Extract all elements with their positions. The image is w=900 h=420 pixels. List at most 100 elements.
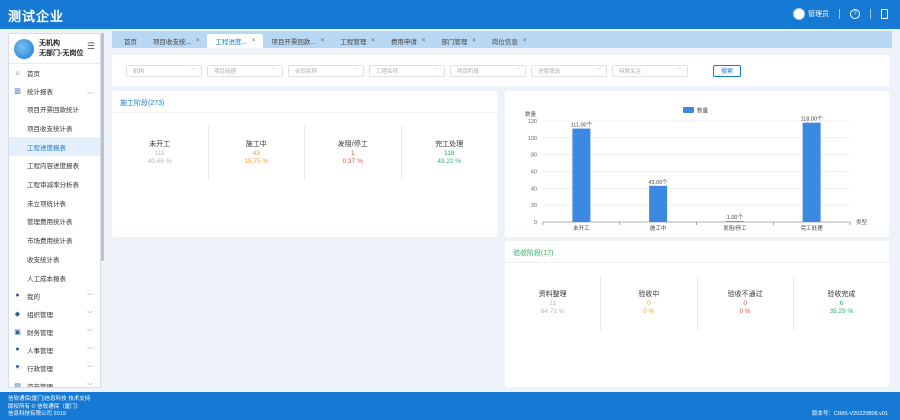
tab-item[interactable]: 费用申请 ×: [383, 34, 434, 48]
sidebar-subitem[interactable]: 工程审减率分析表: [9, 175, 100, 194]
sidebar-group-item[interactable]: ▤ 资产管理 ﹀: [9, 377, 100, 387]
bar: [572, 128, 591, 222]
tab-label: 工程进度...: [215, 39, 247, 46]
close-icon[interactable]: ×: [422, 38, 426, 44]
filter-select[interactable]: 合同名称 ﹀: [288, 64, 364, 77]
tab-item[interactable]: 部门管理 ×: [433, 34, 484, 48]
sidebar-subitem[interactable]: 工程内容进度报表: [9, 156, 100, 175]
filter-placeholder: 项目经理: [214, 68, 237, 75]
tab-item[interactable]: 岗位信息 ×: [484, 34, 535, 48]
sidebar-subitem[interactable]: 人工成本报表: [9, 268, 100, 287]
chevron-down-icon: ﹀: [86, 294, 93, 301]
chevron-down-icon: ﹀: [190, 68, 196, 74]
filter-select[interactable]: 工程名称 ﹀: [369, 64, 445, 77]
tab-item[interactable]: 工程管理 ×: [332, 34, 383, 48]
home-icon: ⌂: [15, 69, 20, 77]
footer-company: 信息科技有限公司 2019: [8, 411, 66, 417]
sidebar-subitem[interactable]: 项目开票回款统计: [9, 100, 100, 119]
filter-select[interactable]: 机构 ﹀: [126, 64, 202, 77]
stat-item: 验收中 0 0 %: [601, 276, 698, 330]
footer-copyright: 版权所有 © 信软通保（厦门）: [8, 403, 82, 410]
tab-item[interactable]: 项目收支统... ×: [145, 34, 207, 48]
sidebar-item-home[interactable]: ⌂ 首页: [9, 64, 100, 82]
sidebar-item-label: 组织管理: [27, 311, 53, 319]
stat-item: 资料整理 11 64.71 %: [505, 276, 602, 330]
acceptance-title: 验收阶段(17): [505, 241, 889, 263]
chevron-down-icon: ﹀: [86, 348, 93, 355]
tab-label: 项目开票回款...: [271, 39, 316, 46]
stat-count: 0: [647, 299, 651, 307]
data-label: 111.00个: [571, 122, 593, 129]
sidebar-subitem[interactable]: 管理费用统计表: [9, 212, 100, 231]
sidebar-group-item[interactable]: ▣ 财务管理 ﹀: [9, 323, 100, 341]
sidebar-item-stats[interactable]: ▥ 统计报表 ︿: [9, 82, 100, 100]
filter-select[interactable]: 进度筛选 ﹀: [531, 64, 607, 77]
chevron-down-icon: ﹀: [86, 330, 93, 337]
stat-count: 1: [350, 149, 355, 157]
mobile-icon[interactable]: [881, 9, 888, 19]
stat-percent: 40.66 %: [147, 157, 172, 165]
close-icon[interactable]: ×: [523, 38, 527, 44]
chevron-down-icon: ﹀: [595, 68, 601, 74]
chart-card: 0 20 40 60 80 100 120 数量 类型 111.00个 未开工 43.00个 施工中 1.…: [505, 91, 889, 237]
footer-support: 信软通保(厦门)信息科技 技术支持: [8, 396, 91, 402]
filter-placeholder: 工程名称: [376, 68, 399, 75]
chevron-down-icon: ﹀: [352, 68, 358, 74]
bar: [725, 221, 744, 222]
stat-percent: 0 %: [739, 307, 751, 315]
sidebar-subitem[interactable]: 工程进度报表: [9, 137, 100, 157]
x-tick-label: 未开工: [573, 224, 590, 232]
filter-placeholder: 机构: [133, 68, 145, 75]
search-button[interactable]: 搜索: [713, 64, 741, 77]
sidebar-item-label: 首页: [27, 71, 40, 78]
sidebar-item-label: 行政管理: [27, 365, 53, 373]
filter-select[interactable]: 项目阶段 ﹀: [450, 64, 526, 77]
stat-item: 验收不通过 0 0 %: [698, 276, 794, 330]
header-divider: [839, 9, 840, 19]
sidebar-group-item[interactable]: ● 我的 ﹀: [9, 287, 100, 305]
user-name: 管理员: [808, 11, 829, 18]
sidebar-group-item[interactable]: ● 人事管理 ﹀: [9, 341, 100, 359]
user-menu[interactable]: 管理员: [793, 8, 829, 20]
y-tick-label: 80: [531, 153, 537, 159]
close-icon[interactable]: ×: [321, 38, 325, 44]
sidebar-group-item[interactable]: ♥ 行政管理 ﹀: [9, 359, 100, 377]
stat-percent: 43.22 %: [437, 157, 462, 165]
close-icon[interactable]: ×: [371, 38, 375, 44]
top-header-bar: 测试企业 管理员 ?: [0, 0, 900, 29]
header-tools: 管理员 ?: [793, 8, 888, 20]
sidebar: 无机构 无部门-无岗位 ☰ ⌂ 首页 ▥ 统计报表 ︿ 项目开票回款统计 项目收支…: [8, 33, 101, 388]
org-name: 无机构: [39, 39, 60, 47]
sidebar-subitem[interactable]: 市场费用统计表: [9, 231, 100, 250]
help-icon[interactable]: ?: [850, 9, 860, 19]
sidebar-subitem[interactable]: 收支统计表: [9, 250, 100, 269]
x-tick-label: 发阻/停工: [723, 224, 747, 232]
tab-item[interactable]: 项目开票回款... ×: [263, 34, 332, 48]
sidebar-group-item[interactable]: ◆ 组织管理 ﹀: [9, 305, 100, 323]
chevron-down-icon: ﹀: [86, 366, 93, 373]
sidebar-item-label: 我的: [27, 293, 40, 301]
filter-select[interactable]: 项目经理 ﹀: [207, 64, 283, 77]
sidebar-subitem[interactable]: 未立项统计表: [9, 193, 100, 212]
filter-placeholder: 合同名称: [295, 68, 318, 75]
tab-label: 部门管理: [441, 39, 468, 46]
chevron-down-icon: ﹀: [676, 68, 682, 74]
tab-item[interactable]: 首页: [116, 34, 145, 48]
close-icon[interactable]: ×: [252, 38, 256, 44]
close-icon[interactable]: ×: [196, 38, 200, 44]
tab-item[interactable]: 工程进度... ×: [207, 34, 264, 48]
menu-toggle-icon[interactable]: ☰: [87, 41, 95, 52]
stat-count: 111: [154, 149, 165, 157]
sidebar-item-label: 财务管理: [27, 329, 53, 337]
legend-swatch: [683, 107, 694, 113]
filter-placeholder: 进度筛选: [538, 68, 561, 75]
filter-select[interactable]: 特殊关注 ﹀: [612, 64, 688, 77]
sidebar-subitem[interactable]: 项目收支统计表: [9, 119, 100, 138]
chevron-down-icon: ﹀: [271, 68, 277, 74]
tab-label: 项目收支统...: [153, 39, 191, 46]
close-icon[interactable]: ×: [472, 38, 476, 44]
header-divider: [870, 9, 871, 19]
sidebar-scrollbar[interactable]: [101, 33, 104, 261]
empty-area: [112, 241, 497, 387]
chevron-up-icon: ︿: [86, 89, 93, 96]
